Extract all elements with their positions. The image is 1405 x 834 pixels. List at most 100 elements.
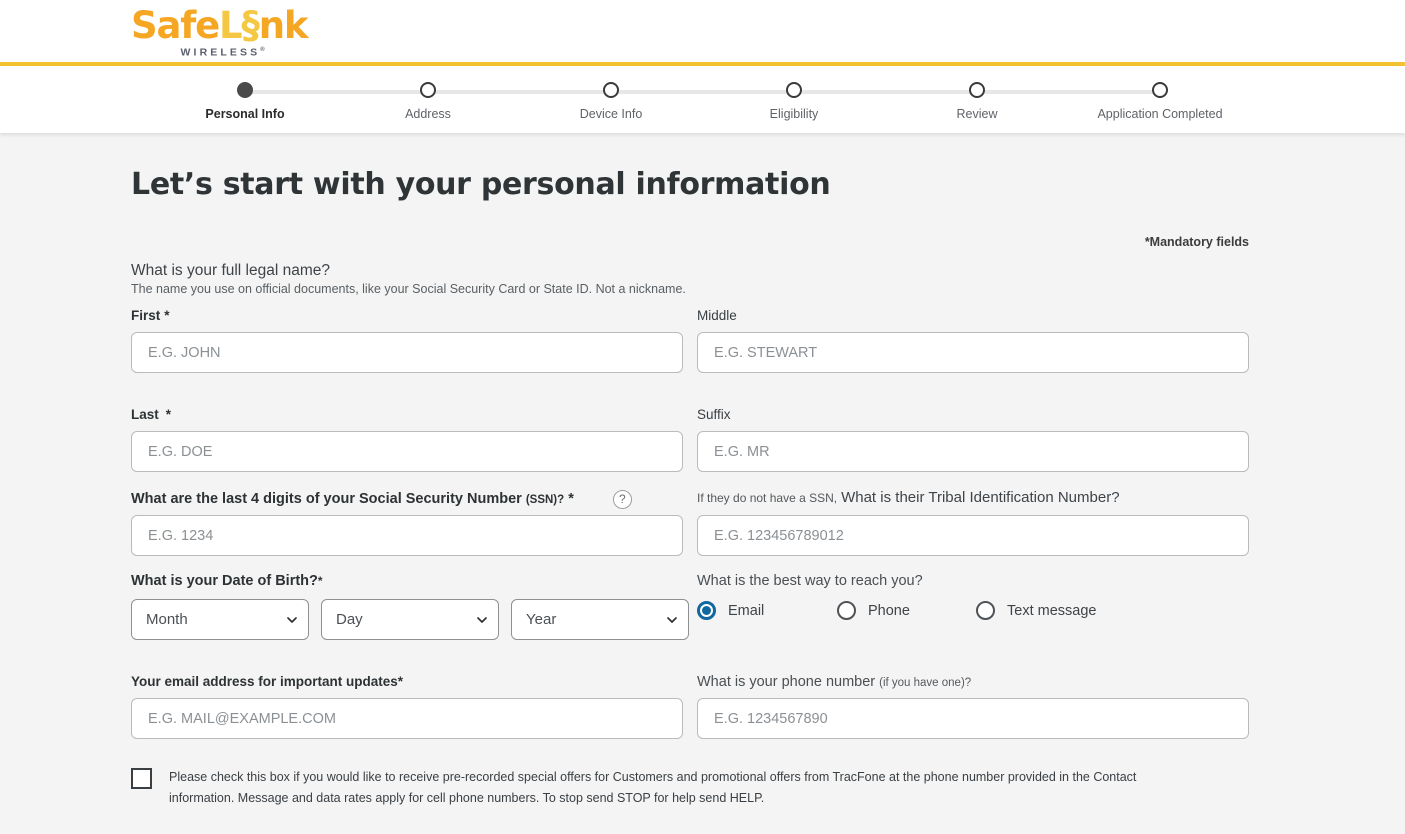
field-group-ssn: What are the last 4 digits of your Socia…: [131, 489, 683, 556]
page-title: Let’s start with your personal informati…: [131, 167, 831, 202]
date-of-birth-label-text: What is your Date of Birth?: [131, 573, 318, 589]
site-header: SafeL§nk WIRELESS®: [0, 0, 1405, 62]
field-group-first-name: First *: [131, 308, 683, 373]
help-question-mark-icon[interactable]: ?: [612, 489, 632, 509]
phone-label: What is your phone number (if you have o…: [697, 674, 1249, 692]
tribal-id-label: If they do not have a SSN, What is their…: [697, 489, 1249, 509]
ssn-input[interactable]: [131, 515, 683, 556]
logo-subtitle: WIRELESS®: [180, 46, 268, 58]
safelink-logo[interactable]: SafeL§nk WIRELESS®: [131, 3, 309, 58]
main-content-area: Let’s start with your personal informati…: [0, 133, 1405, 834]
radio-option-text-message[interactable]: Text message: [976, 601, 1096, 620]
date-of-birth-label: What is your Date of Birth?*: [131, 573, 683, 592]
logo-wordmark: SafeL§nk: [131, 3, 309, 47]
field-group-tribal-id: If they do not have a SSN, What is their…: [697, 489, 1249, 556]
radio-option-label: Text message: [1007, 602, 1097, 619]
logo-text-nk: nk: [258, 3, 309, 47]
logo-subtitle-text: WIRELESS: [180, 46, 261, 58]
consent-checkbox[interactable]: [131, 768, 152, 789]
contact-method-question: What is the best way to reach you?: [697, 573, 923, 589]
radio-option-phone[interactable]: Phone: [837, 601, 976, 620]
date-of-birth-required-asterisk: *: [317, 574, 323, 588]
middle-name-input[interactable]: [697, 332, 1249, 373]
ssn-question-main: What are the last 4 digits of your Socia…: [131, 491, 522, 507]
step-dot-hollow-icon: [603, 82, 619, 98]
field-group-contact-method: What is the best way to reach you? Email…: [697, 573, 1249, 640]
logo-text-safe: Safe: [131, 3, 220, 47]
last-name-label-text: Last: [131, 407, 159, 422]
last-name-required-asterisk: *: [165, 407, 172, 422]
step-eligibility[interactable]: Eligibility: [703, 78, 886, 121]
day-select-wrapper: Day: [321, 599, 499, 640]
tribal-id-label-prefix: If they do not have a SSN,: [697, 491, 838, 505]
radio-option-label: Phone: [868, 602, 910, 619]
form-container: Let’s start with your personal informati…: [131, 167, 1249, 808]
suffix-input[interactable]: [697, 431, 1249, 472]
email-phone-row: Your email address for important updates…: [131, 674, 1249, 739]
tribal-id-label-question: What is their Tribal Identification Numb…: [841, 489, 1120, 506]
email-label-text: Your email address for important updates…: [131, 674, 404, 689]
radio-option-email[interactable]: Email: [697, 601, 837, 620]
last-name-label: Last *: [131, 407, 683, 425]
mandatory-fields-note: *Mandatory fields: [1144, 235, 1249, 249]
step-label: Device Info: [579, 107, 643, 121]
full-legal-name-question: What is your full legal name?: [131, 262, 331, 279]
radio-unselected-icon: [837, 601, 856, 620]
ssn-question: What are the last 4 digits of your Socia…: [131, 491, 574, 507]
radio-selected-icon: [697, 601, 716, 620]
consent-text: Please check this box if you would like …: [169, 770, 1137, 805]
dob-month-select[interactable]: Month: [131, 599, 309, 640]
email-label: Your email address for important updates…: [131, 674, 683, 692]
name-row-first-middle: First * Middle: [131, 308, 1249, 373]
step-dot-filled-icon: [237, 82, 253, 98]
dob-day-select[interactable]: Day: [321, 599, 499, 640]
radio-unselected-icon: [976, 601, 995, 620]
full-legal-name-hint: The name you use on official documents, …: [131, 282, 686, 296]
month-select-wrapper: Month: [131, 599, 309, 640]
contact-method-radio-group: Email Phone Text message: [697, 601, 1249, 620]
middle-name-label-text: Middle: [697, 308, 737, 323]
step-dot-hollow-icon: [1152, 82, 1168, 98]
dob-contact-method-row: What is your Date of Birth?* Month Day Y…: [131, 573, 1249, 640]
phone-label-small: (if you have one)?: [879, 677, 972, 689]
field-group-phone: What is your phone number (if you have o…: [697, 674, 1249, 739]
first-name-input[interactable]: [131, 332, 683, 373]
step-review[interactable]: Review: [886, 78, 1069, 121]
field-group-last-name: Last *: [131, 407, 683, 472]
ssn-label-row: What are the last 4 digits of your Socia…: [131, 489, 683, 509]
phone-input[interactable]: [697, 698, 1249, 739]
dob-year-select[interactable]: Year: [511, 599, 689, 640]
first-name-required-asterisk: *: [164, 308, 170, 323]
step-label: Address: [405, 107, 451, 121]
middle-name-label: Middle: [697, 308, 1249, 326]
logo-text-i-glyph: §: [241, 3, 260, 47]
step-dot-hollow-icon: [420, 82, 436, 98]
step-label: Review: [956, 107, 998, 121]
progress-stepper-bar: Personal Info Address Device Info Eligib…: [0, 66, 1405, 133]
step-label: Eligibility: [769, 107, 819, 121]
tribal-id-input[interactable]: [697, 515, 1249, 556]
step-application-completed[interactable]: Application Completed: [1069, 78, 1252, 121]
field-group-email: Your email address for important updates…: [131, 674, 683, 739]
step-label: Personal Info: [205, 107, 285, 121]
email-input[interactable]: [131, 698, 683, 739]
last-name-input[interactable]: [131, 431, 683, 472]
suffix-label-text: Suffix: [697, 407, 731, 422]
step-personal-info[interactable]: Personal Info: [154, 78, 337, 121]
consent-row: Please check this box if you would like …: [131, 767, 1249, 808]
field-group-date-of-birth: What is your Date of Birth?* Month Day Y…: [131, 573, 689, 640]
radio-option-label: Email: [728, 602, 765, 619]
step-dot-hollow-icon: [969, 82, 985, 98]
ssn-question-abbrev: (SSN)?: [525, 494, 565, 506]
year-select-wrapper: Year: [511, 599, 689, 640]
suffix-label: Suffix: [697, 407, 1249, 425]
first-name-label: First *: [131, 308, 683, 326]
first-name-label-text: First: [131, 308, 161, 323]
phone-label-main: What is your phone number: [697, 674, 876, 690]
step-address[interactable]: Address: [337, 78, 520, 121]
step-device-info[interactable]: Device Info: [520, 78, 703, 121]
date-of-birth-selects: Month Day Year: [131, 599, 689, 640]
